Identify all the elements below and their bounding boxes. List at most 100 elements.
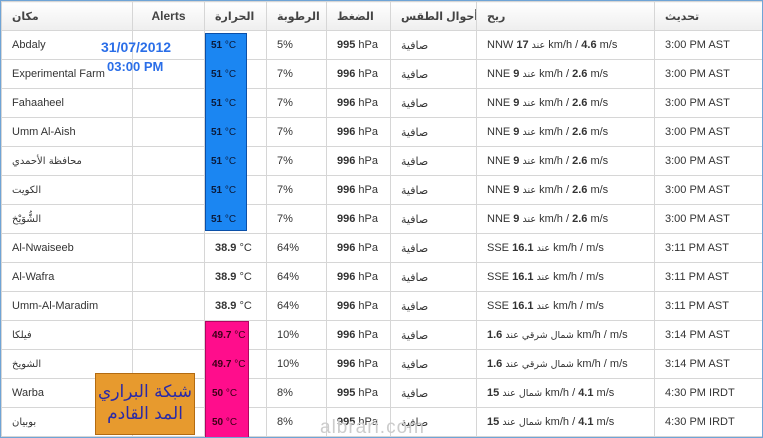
highlighted-temperature-value: 49.7 <box>212 330 232 341</box>
pressure-unit: hPa <box>358 329 378 341</box>
wind-direction-arabic: شمال عند <box>502 417 543 428</box>
alerts-cell <box>132 175 205 205</box>
col-header-humidity[interactable]: الرطوبة <box>266 1 327 31</box>
location-link[interactable]: Fahaaheel <box>1 88 133 118</box>
humidity-cell: 10% <box>266 349 327 379</box>
wind-direction: NNE <box>487 184 511 196</box>
col-header-wind[interactable]: ريح <box>476 1 655 31</box>
humidity-cell: 64% <box>266 291 327 321</box>
wind-direction-arabic: عند <box>522 69 537 80</box>
site-watermark: albrari.com <box>320 417 425 438</box>
updated-cell: 3:00 PM AST <box>654 175 762 205</box>
updated-cell: 3:00 PM AST <box>654 88 762 118</box>
location-link[interactable]: Umm-Al-Maradim <box>1 291 133 321</box>
pressure-value: 996 <box>337 68 356 80</box>
wind-speed: 9 <box>513 155 520 167</box>
pressure-cell: 995 hPa <box>326 378 391 408</box>
col-header-pressure[interactable]: الضغط <box>326 1 391 31</box>
location-link[interactable]: Al-Wafra <box>1 262 133 292</box>
pressure-cell: 995 hPa <box>326 30 391 60</box>
pressure-value: 996 <box>337 271 356 283</box>
location-link[interactable]: الكويت <box>1 175 133 205</box>
pressure-unit: hPa <box>358 39 378 51</box>
highlighted-temperature-unit: °C <box>224 185 237 196</box>
updated-cell: 4:30 PM IRDT <box>654 378 762 408</box>
col-header-temperature[interactable]: الحرارة <box>204 1 267 31</box>
wind-speed: 9 <box>513 184 520 196</box>
col-header-location[interactable]: مكان <box>1 1 133 31</box>
humidity-cell: 7% <box>266 88 327 118</box>
pressure-cell: 996 hPa <box>326 146 391 176</box>
wind-cell: NNE 9 عند km/h / 2.6 m/s <box>476 146 655 176</box>
wind-kmh-unit: km/h / <box>539 97 570 109</box>
col-header-conditions[interactable]: أحوال الطقس <box>390 1 477 31</box>
highlighted-temperature-unit: °C <box>224 127 237 138</box>
location-link[interactable]: Umm Al-Aish <box>1 117 133 147</box>
wind-ms: 4.1 <box>578 416 594 428</box>
wind-ms-unit: m/s <box>590 155 609 167</box>
highlighted-temperature: 50 °C <box>212 388 237 399</box>
brand-logo: شبكة البراري المد القادم <box>95 373 195 435</box>
wind-kmh-unit: km/h / <box>545 416 576 428</box>
highlighted-temperature: 51 °C <box>211 185 236 196</box>
wind-direction-arabic: عند <box>531 40 546 51</box>
wind-direction-arabic: عند <box>522 185 537 196</box>
wind-kmh-unit: km/h / <box>548 39 579 51</box>
wind-direction-arabic: عند <box>522 127 537 138</box>
pressure-unit: hPa <box>358 184 378 196</box>
wind-ms: 2.6 <box>572 68 588 80</box>
pressure-unit: hPa <box>358 300 378 312</box>
highlighted-temperature-unit: °C <box>224 69 237 80</box>
wind-kmh-unit: km/h / <box>539 126 570 138</box>
wind-kmh-unit: km/h / <box>539 155 570 167</box>
col-header-updated[interactable]: تحديث <box>654 1 762 31</box>
conditions-cell: صافية <box>390 320 477 350</box>
pressure-cell: 996 hPa <box>326 320 391 350</box>
highlighted-temperature: 51 °C <box>211 214 236 225</box>
location-link[interactable]: الشُّوَيْخ <box>1 204 133 234</box>
pressure-unit: hPa <box>358 126 378 138</box>
wind-kmh-unit: km/h / <box>553 242 584 254</box>
brand-line-1: شبكة البراري <box>98 382 192 402</box>
wind-direction-arabic: شمال شرقي عند <box>505 330 574 341</box>
wind-speed: 9 <box>513 68 520 80</box>
wind-cell: NNE 9 عند km/h / 2.6 m/s <box>476 175 655 205</box>
wind-speed: 17 <box>516 39 529 51</box>
updated-cell: 4:30 PM IRDT <box>654 407 762 437</box>
pressure-unit: hPa <box>358 387 378 399</box>
highlighted-temperature-unit: °C <box>234 330 246 341</box>
highlighted-temperature-value: 51 <box>211 214 223 225</box>
humidity-cell: 7% <box>266 59 327 89</box>
wind-direction: NNE <box>487 97 511 109</box>
highlighted-temperature-unit: °C <box>224 156 237 167</box>
conditions-cell: صافية <box>390 30 477 60</box>
updated-cell: 3:00 PM AST <box>654 146 762 176</box>
wind-cell: 15 شمال عند km/h / 4.1 m/s <box>476 407 655 437</box>
highlighted-temperature-unit: °C <box>224 214 237 225</box>
conditions-cell: صافية <box>390 117 477 147</box>
highlighted-temperature: 49.7 °C <box>212 330 245 341</box>
location-link[interactable]: Al-Nwaiseeb <box>1 233 133 263</box>
wind-speed: 1.6 <box>487 329 503 341</box>
location-link[interactable]: محافظة الأحمدي <box>1 146 133 176</box>
pressure-unit: hPa <box>358 155 378 167</box>
highlighted-temperature: 51 °C <box>211 156 236 167</box>
wind-ms-unit: m/s <box>590 97 609 109</box>
pressure-value: 996 <box>337 329 356 341</box>
humidity-cell: 10% <box>266 320 327 350</box>
pressure-unit: hPa <box>358 68 378 80</box>
wind-direction-arabic: شمال عند <box>502 388 543 399</box>
observation-date: 31/07/2012 <box>101 39 172 55</box>
wind-kmh-unit: km/h / <box>553 300 584 312</box>
col-header-alerts[interactable]: Alerts <box>132 1 205 31</box>
table-header-row: مكان Alerts الحرارة الرطوبة الضغط أحوال … <box>1 1 762 31</box>
wind-speed: 16.1 <box>512 300 534 312</box>
location-link[interactable]: فيلكا <box>1 320 133 350</box>
highlighted-temperature-value: 51 <box>211 156 223 167</box>
table-row: فيلكا49.7 °C10%996 hPaصافية1.6 شمال شرقي… <box>1 320 762 350</box>
conditions-cell: صافية <box>390 291 477 321</box>
wind-cell: NNE 9 عند km/h / 2.6 m/s <box>476 204 655 234</box>
pressure-cell: 996 hPa <box>326 349 391 379</box>
updated-cell: 3:11 PM AST <box>654 233 762 263</box>
brand-line-2: المد القادم <box>107 404 183 424</box>
